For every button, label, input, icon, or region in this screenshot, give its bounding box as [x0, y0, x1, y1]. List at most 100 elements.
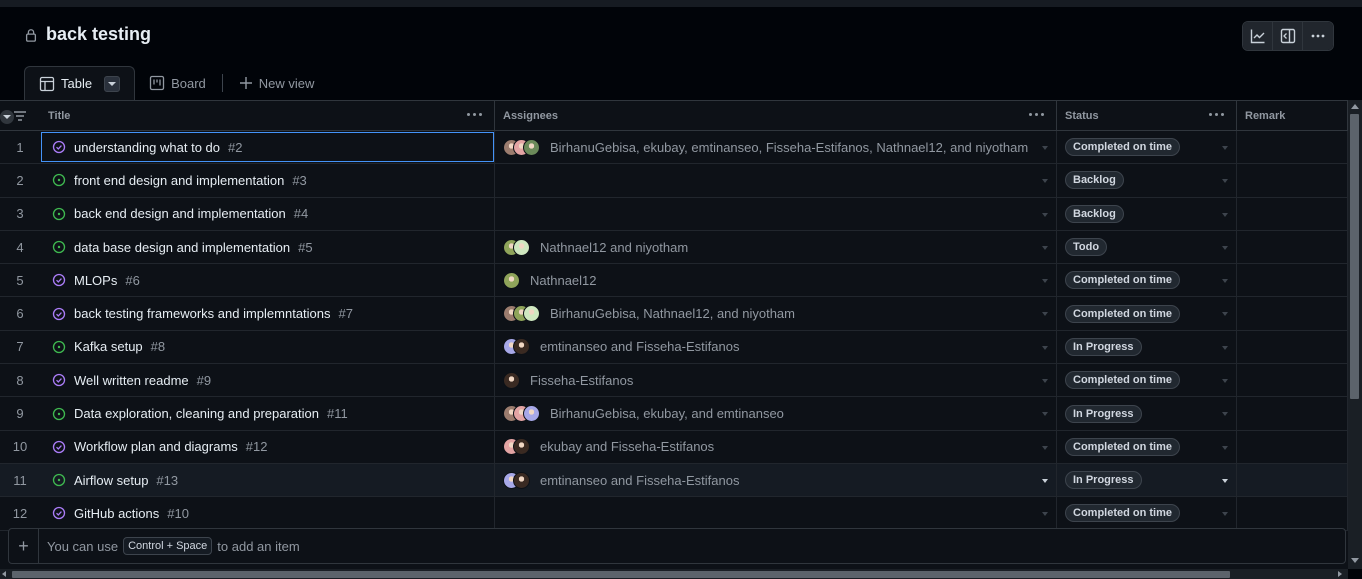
issue-title-link[interactable]: Workflow plan and diagrams	[74, 439, 238, 454]
table-row[interactable]: 6 back testing frameworks and implemntati…	[0, 297, 1348, 331]
view-options-dropdown[interactable]	[104, 75, 121, 92]
tab-table[interactable]: Table	[24, 66, 136, 100]
status-cell[interactable]: Completed on time	[1057, 364, 1237, 397]
assignees-dropdown-icon[interactable]	[1042, 312, 1048, 317]
title-cell[interactable]: front end design and implementation #3	[40, 164, 495, 197]
column-status-menu-icon[interactable]	[1209, 113, 1224, 116]
assignees-dropdown-icon[interactable]	[1042, 345, 1048, 350]
status-dropdown-icon[interactable]	[1222, 179, 1228, 184]
table-row[interactable]: 4 data base design and implementation #5 Na…	[0, 230, 1348, 265]
assignees-dropdown-icon[interactable]	[1042, 512, 1048, 517]
status-cell[interactable]: Completed on time	[1057, 297, 1237, 330]
status-dropdown-icon[interactable]	[1222, 412, 1228, 417]
table-row[interactable]: 1 understanding what to do #2 BirhanuGebisa…	[0, 131, 1348, 165]
insights-button[interactable]	[1243, 22, 1273, 50]
title-cell[interactable]: data base design and implementation #5	[40, 230, 495, 264]
issue-title-link[interactable]: GitHub actions	[74, 506, 159, 521]
title-cell[interactable]: Airflow setup #13	[40, 463, 495, 497]
issue-title-link[interactable]: understanding what to do	[74, 140, 220, 155]
issue-title-link[interactable]: front end design and implementation	[74, 173, 284, 188]
assignees-cell[interactable]	[495, 497, 1057, 530]
column-header-status[interactable]: Status	[1057, 101, 1237, 130]
assignees-cell[interactable]: Nathnael12	[495, 264, 1057, 297]
remark-cell[interactable]	[1237, 297, 1348, 330]
assignees-cell[interactable]: BirhanuGebisa, ekubay, emtinanseo, Fisse…	[495, 131, 1057, 164]
title-cell[interactable]: Workflow plan and diagrams #12	[40, 430, 495, 463]
assignees-dropdown-icon[interactable]	[1042, 478, 1048, 483]
status-dropdown-icon[interactable]	[1222, 379, 1228, 384]
title-cell[interactable]: Kafka setup #8	[40, 330, 495, 364]
remark-cell[interactable]	[1237, 131, 1348, 164]
assignees-cell[interactable]: Nathnael12 and niyotham	[495, 230, 1057, 264]
status-dropdown-icon[interactable]	[1222, 512, 1228, 517]
table-row[interactable]: 10 Workflow plan and diagrams #12 ekubay an…	[0, 430, 1348, 464]
status-dropdown-icon[interactable]	[1222, 345, 1228, 350]
remark-cell[interactable]	[1237, 397, 1348, 430]
vertical-scrollbar[interactable]	[1348, 100, 1362, 569]
assignees-dropdown-icon[interactable]	[1042, 146, 1048, 150]
status-cell[interactable]: Backlog	[1057, 164, 1237, 197]
column-header-remark[interactable]: Remark	[1237, 101, 1348, 130]
title-cell[interactable]: back end design and implementation #4	[40, 197, 495, 230]
tab-board[interactable]: Board	[135, 68, 220, 98]
assignees-cell[interactable]	[495, 197, 1057, 230]
status-dropdown-icon[interactable]	[1222, 312, 1228, 317]
remark-cell[interactable]	[1237, 364, 1348, 397]
assignees-dropdown-icon[interactable]	[1042, 279, 1048, 284]
assignees-dropdown-icon[interactable]	[1042, 245, 1048, 250]
table-row[interactable]: 8 Well written readme #9 Fisseha-Estifanos C…	[0, 364, 1348, 398]
issue-title-link[interactable]: Well written readme	[74, 373, 189, 388]
assignees-cell[interactable]: Fisseha-Estifanos	[495, 364, 1057, 397]
scroll-right-arrow[interactable]	[1338, 571, 1342, 577]
status-cell[interactable]: Completed on time	[1057, 131, 1237, 164]
table-row[interactable]: 2 front end design and implementation #3 Ba…	[0, 164, 1348, 198]
table-row[interactable]: 7 Kafka setup #8 emtinanseo and Fisseha-Est…	[0, 330, 1348, 365]
assignees-dropdown-icon[interactable]	[1042, 212, 1048, 217]
issue-title-link[interactable]: Kafka setup	[74, 339, 143, 354]
assignees-cell[interactable]: emtinanseo and Fisseha-Estifanos	[495, 330, 1057, 364]
status-dropdown-icon[interactable]	[1222, 212, 1228, 217]
scroll-left-arrow[interactable]	[2, 571, 6, 577]
status-dropdown-icon[interactable]	[1222, 245, 1228, 250]
page-title[interactable]: back testing	[46, 24, 151, 45]
assignees-dropdown-icon[interactable]	[1042, 179, 1048, 184]
scroll-up-arrow[interactable]	[1351, 104, 1359, 109]
table-row[interactable]: 9 Data exploration, cleaning and preparat…	[0, 397, 1348, 431]
horizontal-scrollbar[interactable]	[0, 569, 1348, 579]
remark-cell[interactable]	[1237, 330, 1348, 364]
issue-title-link[interactable]: back testing frameworks and implemntatio…	[74, 306, 331, 321]
column-assignees-menu-icon[interactable]	[1029, 113, 1044, 116]
status-dropdown-icon[interactable]	[1222, 279, 1228, 284]
remark-cell[interactable]	[1237, 463, 1348, 497]
scroll-down-arrow[interactable]	[1351, 558, 1359, 563]
table-row[interactable]: 5 MLOPs #6 Nathnael12 Completed on time	[0, 264, 1348, 298]
status-cell[interactable]: Backlog	[1057, 197, 1237, 230]
row-menu-chevron-icon[interactable]	[0, 110, 14, 124]
title-cell[interactable]: back testing frameworks and implemntatio…	[40, 297, 495, 330]
remark-cell[interactable]	[1237, 430, 1348, 463]
status-dropdown-icon[interactable]	[1222, 146, 1228, 150]
new-view-button[interactable]: New view	[225, 68, 329, 98]
table-row[interactable]: 3 back end design and implementation #4 Bac…	[0, 197, 1348, 231]
title-cell[interactable]: Data exploration, cleaning and preparati…	[40, 397, 495, 430]
status-cell[interactable]: Completed on time	[1057, 497, 1237, 530]
table-row[interactable]: 11 Airflow setup #13 emtinanseo and Fisseha…	[0, 110, 1348, 498]
title-cell[interactable]: GitHub actions #10	[40, 497, 495, 530]
title-cell[interactable]: MLOPs #6	[40, 264, 495, 297]
status-cell[interactable]: In Progress	[1057, 330, 1237, 364]
issue-title-link[interactable]: Data exploration, cleaning and preparati…	[74, 406, 319, 421]
assignees-cell[interactable]: ekubay and Fisseha-Estifanos	[495, 430, 1057, 463]
add-item-bar[interactable]: + You can use Control + Space to add an …	[8, 528, 1346, 564]
assignees-dropdown-icon[interactable]	[1042, 412, 1048, 417]
issue-title-link[interactable]: MLOPs	[74, 273, 117, 288]
issue-title-link[interactable]: data base design and implementation	[74, 240, 290, 255]
remark-cell[interactable]	[1237, 164, 1348, 197]
assignees-cell[interactable]: BirhanuGebisa, Nathnael12, and niyotham	[495, 297, 1057, 330]
status-dropdown-icon[interactable]	[1222, 478, 1228, 483]
remark-cell[interactable]	[1237, 230, 1348, 264]
status-cell[interactable]: In Progress	[1057, 463, 1237, 497]
title-cell[interactable]: Well written readme #9	[40, 364, 495, 397]
assignees-cell[interactable]: emtinanseo and Fisseha-Estifanos	[495, 463, 1057, 497]
assignees-dropdown-icon[interactable]	[1042, 445, 1048, 450]
issue-title-link[interactable]: back end design and implementation	[74, 206, 286, 221]
